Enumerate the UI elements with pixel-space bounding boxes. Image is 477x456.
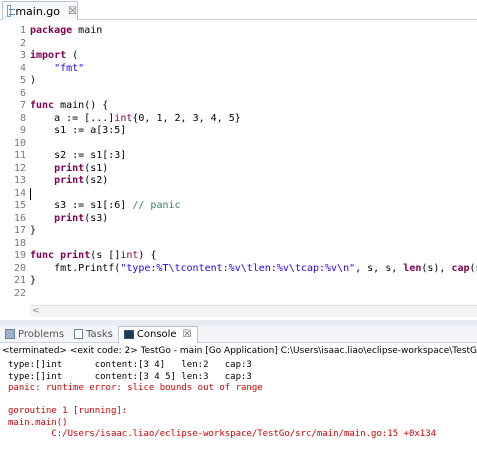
line-number: 3 [19,50,26,61]
line-number: 1 [19,25,26,36]
line-number: 22 [13,287,26,299]
scroll-left-icon[interactable]: < [32,306,40,317]
code-line[interactable]: 5) [0,75,477,88]
console-status: <terminated> <exit code: 2> TestGo - mai… [2,346,477,356]
code-text: s2 := s1[:3] [30,150,127,161]
code-line[interactable]: 9 s1 := a[3:5] [0,125,477,138]
console-line: type:[]int content:[3 4] len:2 cap:3 [8,360,252,370]
panel-tabbar: Problems Tasks Console ☒ [0,325,477,343]
line-number: 10 [13,137,26,149]
line-number: 8 [19,112,26,124]
tab-console-label: Console [136,329,177,340]
tab-tasks[interactable]: Tasks [69,326,118,343]
text-caret [30,187,31,200]
close-icon[interactable]: ☒ [68,6,77,17]
code-text: print(s1) [54,162,109,174]
code-line[interactable]: 4 "fmt" [0,63,477,76]
code-line[interactable]: 21} [0,275,477,288]
console-line: main.main() [8,417,68,428]
code-text: func print(s []int) { [30,250,157,261]
code-text: ) [30,75,37,86]
code-line[interactable]: 19 func print(s []int) { [0,250,477,263]
code-line[interactable]: 11 s2 := s1[:3] [0,150,477,163]
code-text: import ( [30,50,79,61]
editor-tabbar: main.go ☒ [0,0,477,20]
code-text: } [30,275,37,286]
tab-problems-label: Problems [18,328,65,340]
code-line[interactable]: 14 [0,188,477,201]
code-line[interactable]: 20 fmt.Printf("type:%T\tcontent:%v\tlen:… [0,263,477,276]
code-line[interactable]: 17} [0,225,477,238]
console-line: goroutine 1 [running]: [8,406,128,416]
tab-problems[interactable]: Problems [0,326,69,343]
code-line[interactable]: 15 s3 := s1[:6] // panic [0,200,477,213]
code-text: print(s3) [54,212,109,224]
line-number: 2 [19,37,26,49]
line-number: 7 [19,100,26,111]
code-text: s1 := a[3:5] [30,125,127,136]
line-number: 17 [13,225,26,236]
line-number: 21 [13,275,26,286]
code-text: "fmt" [54,62,85,74]
code-text: print(s2) [54,175,109,186]
code-line[interactable]: 18 [0,238,477,251]
code-line[interactable]: 1 package main [0,25,477,38]
code-editor[interactable]: 1 package main 2 3 import (4 "fmt" 5) 6 7 func m… [0,21,477,306]
line-number: 14 [13,187,26,199]
code-line[interactable]: 3 import ( [0,50,477,63]
code-line[interactable]: 8 a := [...]int{0, 1, 2, 3, 4, 5} [0,113,477,126]
line-number: 11 [13,150,26,161]
console-icon [123,330,134,339]
tab-console[interactable]: Console ☒ [117,325,198,343]
code-line[interactable]: 13 print(s2) [0,175,477,188]
code-text: package main [30,25,103,36]
line-number: 9 [19,125,26,136]
line-number: 18 [13,237,26,249]
console-line: type:[]int content:[3 4 5] len:3 cap:3 [8,371,252,382]
close-icon[interactable]: ☒ [183,329,192,340]
code-text: fmt.Printf("type:%T\tcontent:%v\tlen:%v\… [30,262,477,274]
code-text: func main() { [30,100,109,111]
console-line: panic: runtime error: slice bounds out o… [8,383,263,393]
code-text: a := [...]int{0, 1, 2, 3, 4, 5} [30,112,241,124]
code-line[interactable]: 10 [0,138,477,151]
tasks-icon [74,329,84,339]
code-line[interactable]: 16 print(s3) [0,213,477,226]
tab-main-go[interactable]: main.go ☒ [2,1,78,20]
code-line[interactable]: 2 [0,38,477,51]
line-number: 5 [19,75,26,86]
horizontal-scrollbar[interactable]: < [30,305,477,317]
line-number: 13 [13,175,26,186]
line-number: 12 [13,162,26,174]
go-file-icon [7,5,16,17]
tab-tasks-label: Tasks [86,328,113,340]
code-text: s3 := s1[:6] // panic [30,200,181,211]
code-line[interactable]: 7 func main() { [0,100,477,113]
line-number: 4 [19,62,26,74]
line-number: 15 [13,200,26,211]
code-line[interactable]: 22 [0,288,477,301]
line-number: 19 [13,250,26,261]
console-line: C:/Users/isaac.liao/eclipse-workspace/Te… [8,429,437,439]
line-number: 16 [13,212,26,224]
code-text: } [30,225,37,236]
tab-label: main.go [15,4,61,18]
code-line[interactable]: 12 print(s1) [0,163,477,176]
line-number: 20 [13,262,26,274]
console-output[interactable]: type:[]int content:[3 4] len:2 cap:3 type… [0,359,477,456]
code-line[interactable]: 6 [0,88,477,101]
line-number: 6 [19,87,26,99]
problems-icon [5,329,15,339]
